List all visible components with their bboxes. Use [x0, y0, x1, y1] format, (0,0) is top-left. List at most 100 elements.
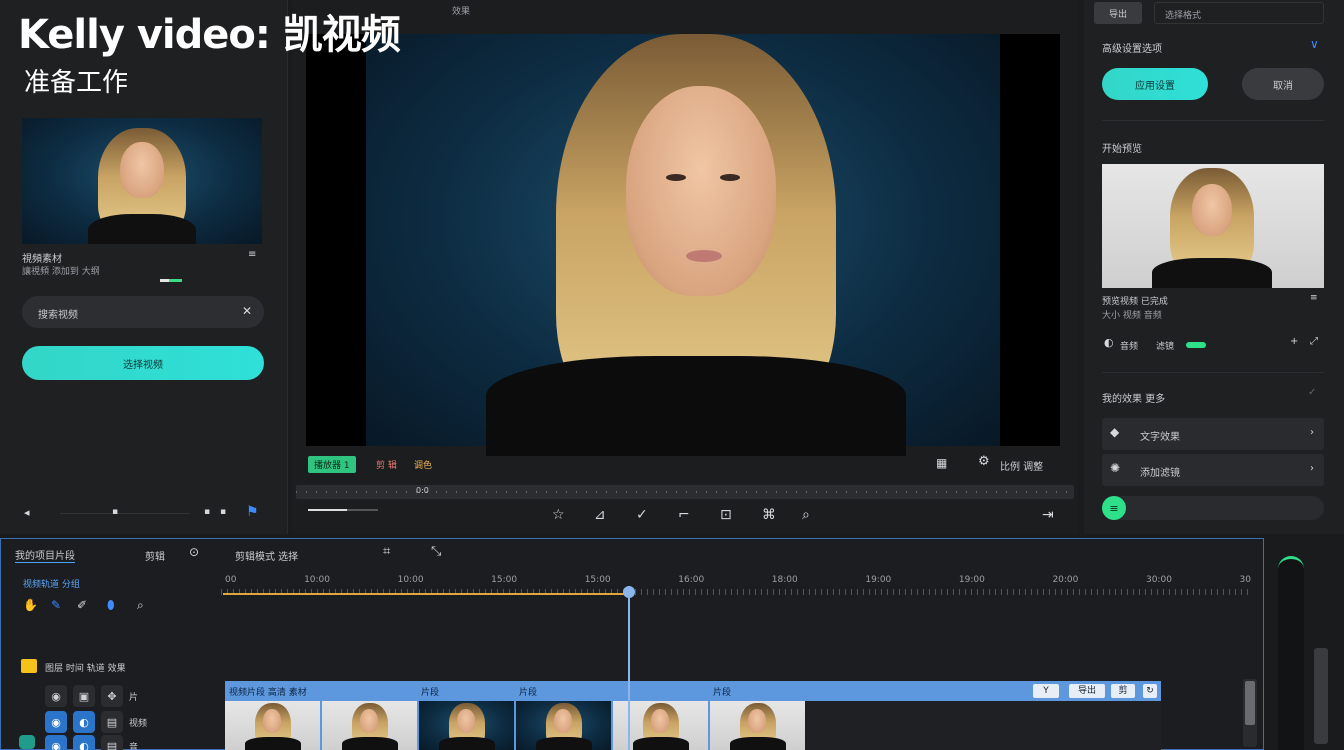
slider-icon[interactable]: [160, 279, 182, 282]
format-placeholder: 选择格式: [1165, 11, 1202, 21]
clock-icon[interactable]: ⊙: [189, 546, 199, 558]
color-chip[interactable]: 调色: [414, 458, 432, 471]
format-dropdown[interactable]: 选择格式: [1154, 2, 1324, 24]
toggle-filter[interactable]: 滤镜: [1156, 339, 1174, 352]
cut-chip[interactable]: 剪 辑: [376, 458, 397, 471]
tick-1: 10:00: [304, 575, 330, 585]
plus-icon[interactable]: +: [1290, 337, 1298, 347]
search-icon[interactable]: ⌕: [802, 508, 810, 522]
copy-icon[interactable]: ⊡: [720, 508, 732, 522]
more-icon[interactable]: ≡: [1310, 294, 1318, 303]
preview-panel: 效果 播放器 1 剪 辑 调色 ▦ ⚙ 比例 调整 0:0 ☆ ⊿ ✓ ⌐ ⊡ …: [292, 0, 1078, 534]
clip-tool-export[interactable]: 导出: [1069, 684, 1105, 698]
track-1-lock[interactable]: ▣: [73, 685, 95, 707]
status-chip[interactable]: 播放器 1: [308, 456, 356, 473]
audio-meter: [1278, 556, 1304, 750]
track-2-fx[interactable]: ▤: [101, 711, 123, 733]
star-icon[interactable]: ☆: [552, 508, 565, 522]
apply-button[interactable]: 应用设置: [1102, 68, 1208, 100]
playhead[interactable]: [628, 586, 630, 750]
time-ruler[interactable]: 00 10:00 10:00 15:00 15:00 16:00 18:00 1…: [221, 573, 1251, 595]
chevron-right-icon-2: ›: [1310, 463, 1314, 474]
check-small-icon: ✓: [1308, 387, 1317, 398]
clip-tool-refresh[interactable]: ↻: [1143, 684, 1157, 698]
zoom-icon[interactable]: ⌕: [137, 599, 144, 611]
aspect-label[interactable]: 比例 调整: [1000, 458, 1043, 473]
toggle-audio[interactable]: 音频: [1120, 339, 1138, 352]
ruler-labels: 00 10:00 10:00 15:00 15:00 16:00 18:00 1…: [225, 575, 1251, 585]
tool-cut[interactable]: 剪辑: [145, 548, 165, 563]
track-1-fx[interactable]: ✥: [101, 685, 123, 707]
clip-frame-3: [419, 701, 514, 750]
option-text-effect[interactable]: ◆ 文字效果 ›: [1102, 418, 1324, 450]
timeline-panel: 我的项目片段 剪辑 ⊙ 剪辑模式 选择 ⌗ ⤡ 视频轨道 分组 ✋ ✎ ✐ ⬮ …: [0, 538, 1264, 750]
divider-1: [1102, 120, 1324, 121]
preview-caption: 预览视频 已完成: [1102, 297, 1168, 307]
audio-icon[interactable]: ◐: [1104, 337, 1114, 348]
tick-9: 20:00: [1052, 575, 1079, 585]
flag-icon[interactable]: ⚑: [246, 505, 259, 519]
magnet-icon[interactable]: ⤡: [431, 545, 441, 558]
pen-icon[interactable]: ✐: [77, 599, 87, 611]
track-3-color[interactable]: [19, 735, 35, 749]
crop-tool-icon[interactable]: ⌗: [383, 545, 390, 558]
chevron-down-icon[interactable]: ∨: [1310, 38, 1319, 50]
scrub-bar[interactable]: 0:0: [296, 485, 1074, 499]
portrait-figure-large: [486, 34, 906, 456]
media-thumbnail[interactable]: [22, 118, 262, 244]
search-input[interactable]: 搜索视频 ✕: [22, 296, 264, 328]
playhead-handle[interactable]: [623, 586, 635, 598]
select-video-button[interactable]: 选择视频: [22, 346, 264, 380]
brush-icon[interactable]: ✎: [51, 599, 61, 611]
track-2-eye[interactable]: ◉: [45, 711, 67, 733]
layer-label: 图层 时间 轨道 效果: [45, 664, 126, 674]
exit-icon[interactable]: ⇥: [1042, 508, 1054, 522]
menu-icon[interactable]: ≡: [248, 250, 256, 260]
cancel-button[interactable]: 取消: [1242, 68, 1324, 100]
clip-tool-y[interactable]: Y: [1033, 684, 1059, 698]
track-1-eye[interactable]: ◉: [45, 685, 67, 707]
layers-icon[interactable]: ▦: [936, 457, 947, 469]
option-add-filter[interactable]: ✺ 添加滤镜 ›: [1102, 454, 1324, 486]
track-3-fx[interactable]: ▤: [101, 735, 123, 750]
bottom-bar[interactable]: ≡: [1102, 496, 1324, 520]
check-icon[interactable]: ✓: [636, 508, 648, 522]
settings-icon[interactable]: ⚙: [978, 455, 990, 468]
crop-icon[interactable]: ⌐: [678, 508, 690, 522]
volume-line[interactable]: [308, 509, 378, 511]
timeline-scrollbar[interactable]: [1243, 679, 1257, 747]
clip-frame-2: [322, 701, 417, 750]
track-group: 视频轨道 分组: [23, 580, 80, 590]
video-viewer[interactable]: [306, 34, 1060, 456]
meter-scrollbar[interactable]: [1314, 648, 1328, 744]
menu-round-icon[interactable]: ≡: [1102, 496, 1126, 520]
apply-label: 应用设置: [1135, 80, 1175, 92]
preview-thumbnail[interactable]: [1102, 164, 1324, 288]
clip-tool-cut[interactable]: 剪: [1111, 684, 1135, 698]
mode-label[interactable]: 剪辑模式 选择: [235, 548, 298, 563]
dot-icon-3: ▪: [220, 507, 227, 517]
paint-icon[interactable]: ⬮: [107, 599, 115, 611]
video-clip[interactable]: 视频片段 高清 素材 片段 片段 片段 Y 导出 剪 ↻: [225, 681, 1161, 750]
audio-meter-panel: [1270, 538, 1344, 750]
tick-0: 00: [225, 575, 237, 585]
transform-icon[interactable]: ⌘: [762, 508, 776, 522]
hand-icon[interactable]: ✋: [23, 599, 38, 611]
tick-6: 18:00: [771, 575, 798, 585]
clip-frame-4: [516, 701, 611, 750]
export-tab[interactable]: 导出: [1094, 2, 1142, 24]
project-name[interactable]: 我的项目片段: [15, 547, 75, 563]
track-3-lock[interactable]: ◐: [73, 735, 95, 750]
tick-10: 30:00: [1145, 575, 1172, 585]
track-2-lock[interactable]: ◐: [73, 711, 95, 733]
filter-icon: ✺: [1110, 461, 1121, 475]
expand-icon[interactable]: ⤢: [1310, 337, 1318, 347]
arrow-icon[interactable]: ◂: [24, 507, 30, 518]
chart-icon[interactable]: ⊿: [594, 508, 606, 522]
work-area-bar[interactable]: [223, 593, 629, 595]
close-icon[interactable]: ✕: [242, 305, 252, 317]
toggle-switch[interactable]: [1186, 342, 1206, 348]
track-3-eye[interactable]: ◉: [45, 735, 67, 750]
clip-header: 视频片段 高清 素材 片段 片段 片段: [225, 681, 1161, 699]
tick-2: 10:00: [397, 575, 424, 585]
